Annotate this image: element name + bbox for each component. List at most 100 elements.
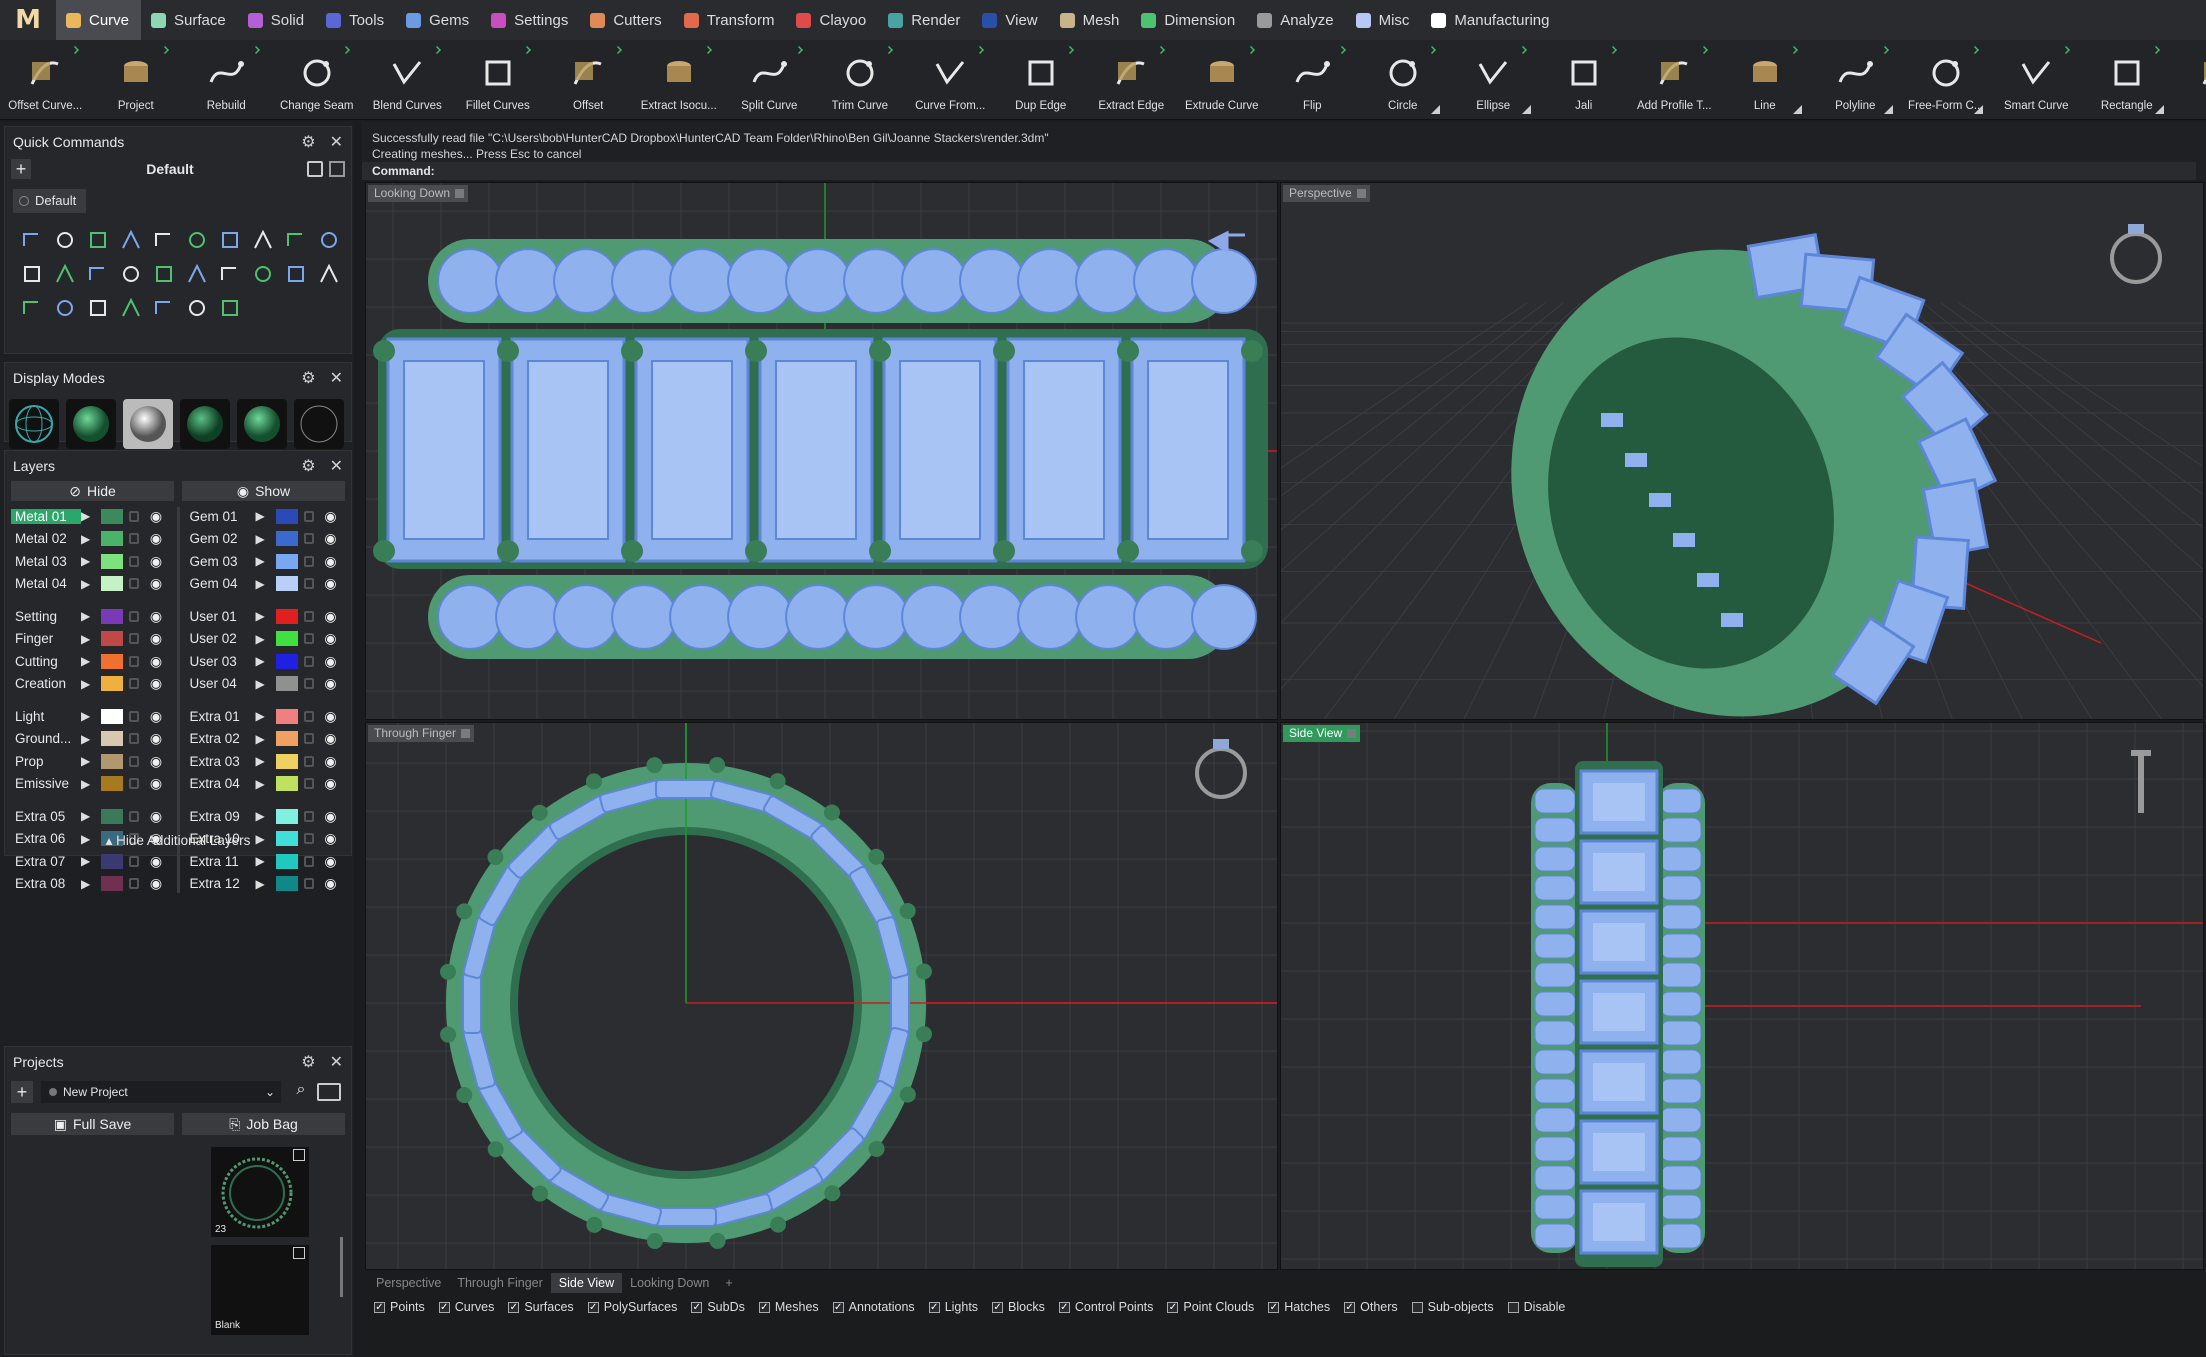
tab-dimension[interactable]: Dimension bbox=[1131, 0, 1247, 40]
viewport-perspective[interactable]: Perspective bbox=[1280, 182, 2204, 720]
flyout-corner-icon[interactable] bbox=[1883, 105, 1893, 114]
lock-icon[interactable] bbox=[303, 510, 314, 522]
lock-icon[interactable] bbox=[303, 878, 314, 890]
eye-icon[interactable]: ◉ bbox=[147, 675, 165, 692]
eye-icon[interactable]: ◉ bbox=[322, 508, 340, 525]
lock-icon[interactable] bbox=[129, 878, 139, 890]
expand-arrow-icon[interactable]: ▶ bbox=[81, 709, 95, 723]
layer-row[interactable]: User 02 ▶ ◉ bbox=[186, 628, 346, 651]
eye-icon[interactable]: ◉ bbox=[147, 630, 165, 647]
tab-solid[interactable]: Solid bbox=[238, 0, 316, 40]
gumball-icon[interactable] bbox=[81, 291, 114, 325]
eye-icon[interactable]: ◉ bbox=[147, 708, 165, 725]
expand-arrow-icon[interactable]: ▶ bbox=[81, 609, 95, 623]
polyline-tool-button[interactable]: Polyline bbox=[1810, 40, 1901, 119]
hide-additional-layers-toggle[interactable]: ▴ Hide Additional Layers bbox=[5, 833, 351, 849]
layer-name[interactable]: Extra 03 bbox=[186, 754, 256, 769]
array-icon[interactable] bbox=[147, 257, 180, 291]
filter-subds[interactable]: ✓ SubDs bbox=[691, 1300, 745, 1314]
expand-arrow-icon[interactable]: ▶ bbox=[256, 632, 270, 646]
eye-icon[interactable]: ◉ bbox=[147, 553, 165, 570]
view-icon[interactable] bbox=[180, 291, 213, 325]
layer-row[interactable]: Extra 04 ▶ ◉ bbox=[186, 773, 346, 796]
xray-mode-icon[interactable] bbox=[237, 399, 287, 449]
lock-icon[interactable] bbox=[303, 810, 314, 822]
layer-name[interactable]: Gem 03 bbox=[186, 554, 256, 569]
checkbox[interactable]: ✓ bbox=[928, 1301, 940, 1313]
filter-lights[interactable]: ✓ Lights bbox=[928, 1300, 978, 1314]
checkbox[interactable] bbox=[1507, 1301, 1519, 1313]
gear-icon[interactable]: ⚙ bbox=[301, 456, 315, 476]
command-line[interactable]: Command: bbox=[362, 162, 2196, 180]
layer-name[interactable]: Gem 04 bbox=[186, 576, 256, 591]
layer-color-swatch[interactable] bbox=[101, 708, 123, 724]
layer-name[interactable]: Extra 11 bbox=[186, 854, 256, 869]
show-layers-button[interactable]: ◉ Show bbox=[182, 481, 345, 501]
layer-row[interactable]: Metal 03 ▶ ◉ bbox=[11, 550, 171, 573]
export-icon[interactable] bbox=[329, 161, 345, 177]
lock-icon[interactable] bbox=[303, 710, 314, 722]
filter-disable[interactable]: Disable bbox=[1507, 1300, 1565, 1314]
trim-curve-tool-button[interactable]: Trim Curve bbox=[815, 40, 906, 119]
move-icon[interactable] bbox=[213, 223, 246, 257]
layer-row[interactable]: User 03 ▶ ◉ bbox=[186, 650, 346, 673]
flyout-corner-icon[interactable] bbox=[1521, 105, 1531, 114]
split-curve-tool-button[interactable]: Split Curve bbox=[724, 40, 815, 119]
lock-icon[interactable] bbox=[129, 655, 139, 667]
close-icon[interactable]: ✕ bbox=[330, 1052, 343, 1072]
tab-view[interactable]: View bbox=[972, 0, 1049, 40]
eye-icon[interactable]: ◉ bbox=[322, 708, 340, 725]
eye-icon[interactable]: ◉ bbox=[147, 730, 165, 747]
layer-name[interactable]: User 02 bbox=[186, 631, 256, 646]
expand-arrow-icon[interactable]: ▶ bbox=[256, 609, 270, 623]
eye-icon[interactable]: ◉ bbox=[147, 575, 165, 592]
layer-name[interactable]: Metal 01 bbox=[11, 508, 81, 524]
sphere-icon[interactable] bbox=[213, 291, 246, 325]
eye-icon[interactable]: ◉ bbox=[147, 808, 165, 825]
layer-color-swatch[interactable] bbox=[101, 776, 123, 792]
expand-arrow-icon[interactable]: ▶ bbox=[81, 677, 95, 691]
tab-misc[interactable]: Misc bbox=[1346, 0, 1422, 40]
dup-edge-tool-button[interactable]: Dup Edge bbox=[996, 40, 1087, 119]
layer-color-swatch[interactable] bbox=[101, 753, 123, 769]
group-icon[interactable] bbox=[81, 257, 114, 291]
lock-icon[interactable] bbox=[129, 533, 139, 545]
app-logo[interactable]: M bbox=[0, 0, 56, 40]
expand-arrow-icon[interactable]: ▶ bbox=[256, 509, 270, 523]
fillet-icon[interactable] bbox=[279, 223, 312, 257]
layer-color-swatch[interactable] bbox=[101, 508, 123, 524]
join-icon[interactable] bbox=[312, 223, 345, 257]
viewport-tab[interactable]: Perspective bbox=[368, 1273, 449, 1293]
eye-icon[interactable]: ◉ bbox=[322, 853, 340, 870]
layer-row[interactable]: Metal 01 ▶ ◉ bbox=[11, 505, 171, 528]
layer-color-swatch[interactable] bbox=[101, 531, 123, 547]
expand-arrow-icon[interactable]: ▶ bbox=[81, 854, 95, 868]
flip-tool-button[interactable]: Flip bbox=[1267, 40, 1358, 119]
layer-name[interactable]: Cutting bbox=[11, 654, 81, 669]
layer-name[interactable]: Prop bbox=[11, 754, 81, 769]
lock-icon[interactable] bbox=[129, 778, 139, 790]
layer-color-swatch[interactable] bbox=[275, 531, 298, 547]
expand-arrow-icon[interactable]: ▶ bbox=[256, 854, 270, 868]
bend-icon[interactable] bbox=[246, 257, 279, 291]
layer-row[interactable]: Extra 08 ▶ ◉ bbox=[11, 873, 171, 896]
project-thumbnail[interactable]: 23 bbox=[211, 1147, 309, 1237]
lock-icon[interactable] bbox=[303, 555, 314, 567]
layer-color-swatch[interactable] bbox=[275, 608, 298, 624]
viewport-tab[interactable]: Through Finger bbox=[449, 1273, 550, 1293]
offset-curve-tool-button[interactable]: Offset Curve... bbox=[0, 40, 91, 119]
eye-icon[interactable]: ◉ bbox=[322, 530, 340, 547]
layer-row[interactable]: Extra 05 ▶ ◉ bbox=[11, 805, 171, 828]
tab-settings[interactable]: Settings bbox=[481, 0, 580, 40]
mirror-icon[interactable] bbox=[180, 223, 213, 257]
layer-color-swatch[interactable] bbox=[275, 653, 298, 669]
checkbox[interactable]: ✓ bbox=[438, 1301, 450, 1313]
layer-row[interactable]: Extra 12 ▶ ◉ bbox=[186, 873, 346, 896]
expand-arrow-icon[interactable]: ▶ bbox=[81, 877, 95, 891]
filter-others[interactable]: ✓ Others bbox=[1344, 1300, 1398, 1314]
expand-arrow-icon[interactable]: ▶ bbox=[256, 577, 270, 591]
project-tool-button[interactable]: Project bbox=[91, 40, 182, 119]
layer-row[interactable]: Gem 01 ▶ ◉ bbox=[186, 505, 346, 528]
expand-arrow-icon[interactable]: ▶ bbox=[81, 577, 95, 591]
gems-icon[interactable] bbox=[81, 223, 114, 257]
